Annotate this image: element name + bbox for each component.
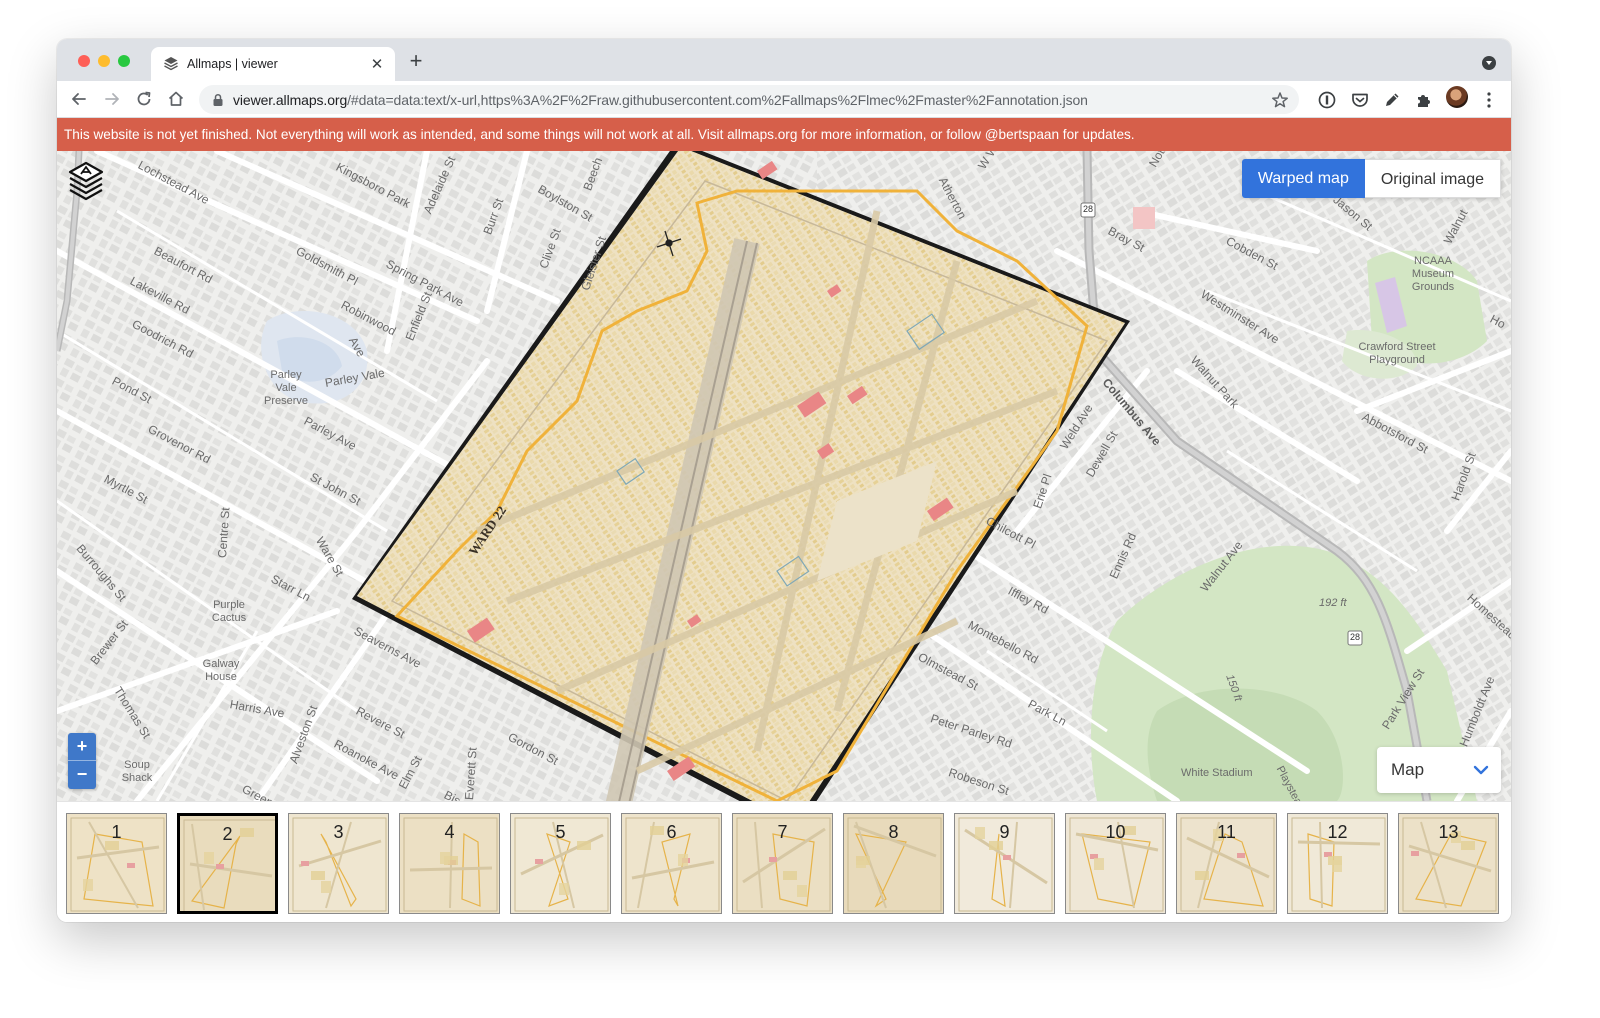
- forward-icon[interactable]: [102, 89, 122, 109]
- map-thumbnail-10[interactable]: 10: [1065, 813, 1166, 914]
- map-thumbnail-1[interactable]: 1: [66, 813, 167, 914]
- park-label: NCAAA Museum Grounds: [1411, 255, 1455, 293]
- elevation-label: 192 ft: [1319, 597, 1347, 609]
- tab-title: Allmaps | viewer: [187, 57, 278, 71]
- zoom-control: + −: [68, 733, 96, 789]
- tab-strip: Allmaps | viewer ✕ +: [57, 39, 1511, 81]
- poi-label: Purple Cactus: [211, 599, 247, 624]
- map-thumbnail-13[interactable]: 13: [1398, 813, 1499, 914]
- map-thumbnail-11[interactable]: 11: [1176, 813, 1277, 914]
- warped-map-button[interactable]: Warped map: [1241, 159, 1365, 198]
- thumbnail-number: 8: [888, 822, 899, 842]
- home-icon[interactable]: [166, 89, 186, 109]
- map-thumbnail-3[interactable]: 3: [288, 813, 389, 914]
- url-host: viewer.allmaps.org: [233, 91, 348, 108]
- minimize-window-button[interactable]: [98, 55, 110, 67]
- map-thumbnail-12[interactable]: 12: [1287, 813, 1388, 914]
- route-shield-label: 28: [1083, 204, 1094, 214]
- url-text: viewer.allmaps.org/#data=data:text/x-url…: [233, 92, 1271, 108]
- poi-label: Galway House: [202, 658, 240, 683]
- map-thumbnail-9[interactable]: 9: [954, 813, 1055, 914]
- zoom-in-button[interactable]: +: [68, 733, 96, 761]
- route-shield-label: 28: [1350, 632, 1361, 642]
- close-window-button[interactable]: [78, 55, 90, 67]
- map-thumbnail-2[interactable]: 2: [177, 813, 278, 914]
- tab-search-icon[interactable]: [1482, 56, 1496, 70]
- unfinished-website-banner: This website is not yet finished. Not ev…: [57, 118, 1511, 151]
- poi-label: White Stadium: [1181, 767, 1253, 779]
- map-thumbnail-8[interactable]: 8: [843, 813, 944, 914]
- extensions-puzzle-icon[interactable]: [1414, 90, 1434, 110]
- thumbnail-number: 10: [1105, 822, 1126, 842]
- thumbnail-number: 1: [111, 822, 122, 842]
- lock-icon[interactable]: [211, 93, 225, 107]
- thumbnail-number: 5: [555, 822, 566, 842]
- thumbnail-number: 7: [777, 822, 788, 842]
- pen-extension-icon[interactable]: [1382, 90, 1402, 110]
- basemap-select[interactable]: Map: [1377, 747, 1501, 793]
- map-thumbnail-6[interactable]: 6: [621, 813, 722, 914]
- password-manager-icon[interactable]: [1317, 90, 1337, 110]
- browser-menu-icon[interactable]: [1482, 91, 1496, 109]
- tab-close-icon[interactable]: ✕: [369, 55, 385, 73]
- thumbnail-number: 9: [999, 822, 1010, 842]
- back-icon[interactable]: [69, 89, 89, 109]
- maximize-window-button[interactable]: [118, 55, 130, 67]
- basemap-select-value: Map: [1391, 760, 1425, 779]
- thumbnail-number: 11: [1217, 822, 1236, 842]
- address-bar[interactable]: viewer.allmaps.org/#data=data:text/x-url…: [199, 85, 1299, 114]
- poi-label: Soup Shack: [121, 759, 153, 784]
- thumbnail-number: 6: [666, 822, 677, 842]
- map-thumbnail-5[interactable]: 5: [510, 813, 611, 914]
- park-label: Crawford Street Playground: [1358, 341, 1436, 366]
- chevron-down-icon: [1473, 765, 1489, 775]
- thumbnail-number: 4: [444, 822, 455, 842]
- allmaps-favicon-icon: [164, 57, 178, 71]
- thumbnail-number: 12: [1327, 822, 1348, 842]
- view-toggle: Warped map Original image: [1241, 159, 1501, 198]
- tab-allmaps-viewer[interactable]: Allmaps | viewer ✕: [151, 47, 395, 81]
- map-thumbnail-strip: 1 2 3 4 5 6 7 8 9 10 11 12 13: [57, 801, 1511, 922]
- thumbnail-number: 2: [222, 824, 233, 844]
- pocket-icon[interactable]: [1350, 90, 1370, 110]
- new-tab-button[interactable]: +: [405, 50, 427, 72]
- thumbnail-number: 13: [1438, 822, 1459, 842]
- map-viewer[interactable]: Lochstead Ave Kingsboro Park Adelaide St…: [57, 151, 1511, 801]
- thumbnail-number: 3: [333, 822, 344, 842]
- reload-icon[interactable]: [134, 89, 154, 109]
- bookmark-star-icon[interactable]: [1271, 91, 1289, 109]
- park-label: Parley Vale Preserve: [263, 369, 309, 407]
- browser-window: Allmaps | viewer ✕ + viewer.allmaps.org/…: [57, 39, 1511, 922]
- url-path: /#data=data:text/x-url,https%3A%2F%2Fraw…: [347, 91, 1088, 108]
- zoom-out-button[interactable]: −: [68, 761, 96, 789]
- original-image-button[interactable]: Original image: [1364, 159, 1501, 198]
- map-thumbnail-7[interactable]: 7: [732, 813, 833, 914]
- allmaps-logo-icon[interactable]: [67, 159, 105, 201]
- map-thumbnail-4[interactable]: 4: [399, 813, 500, 914]
- profile-avatar[interactable]: [1446, 86, 1468, 108]
- browser-toolbar: viewer.allmaps.org/#data=data:text/x-url…: [57, 81, 1511, 118]
- basemap-canvas[interactable]: [57, 151, 1511, 801]
